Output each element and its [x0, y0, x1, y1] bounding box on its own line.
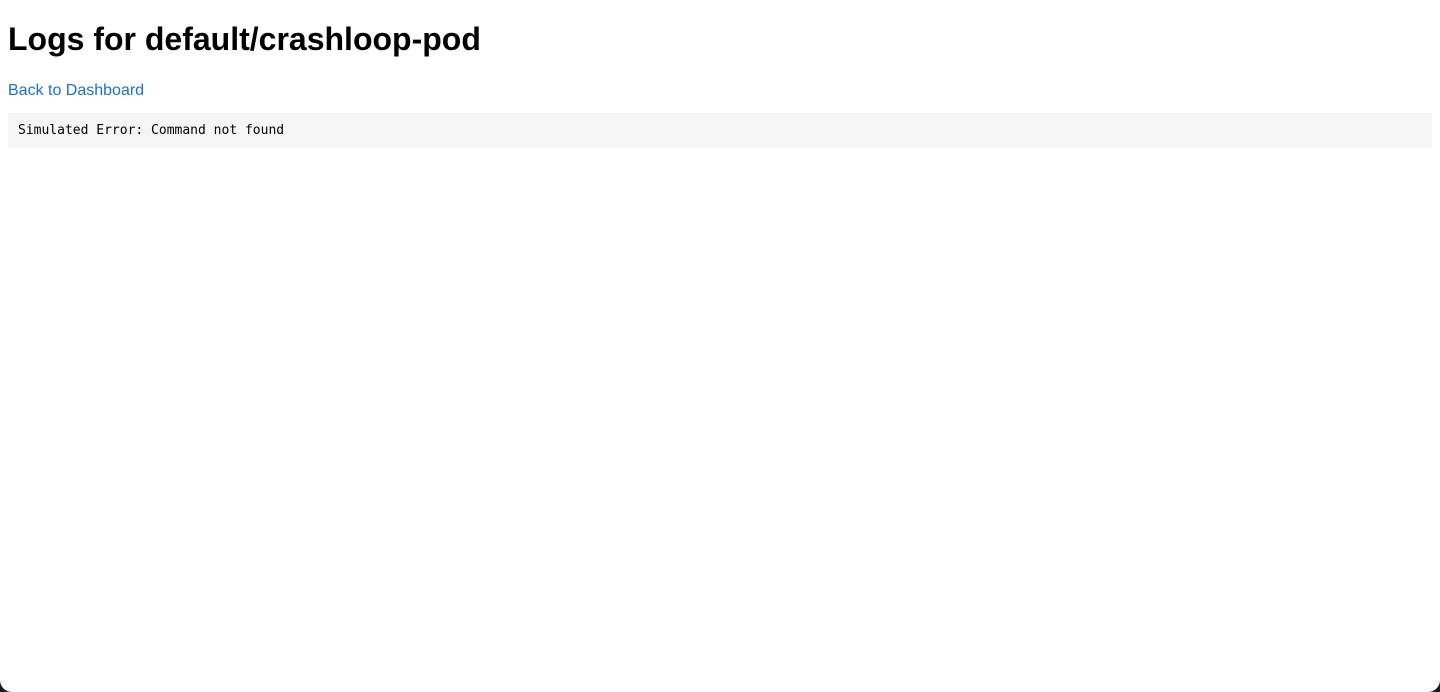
log-output: Simulated Error: Command not found	[8, 113, 1432, 148]
back-to-dashboard-link[interactable]: Back to Dashboard	[8, 81, 144, 101]
browser-page: Logs for default/crashloop-pod Back to D…	[0, 0, 1440, 692]
page-title: Logs for default/crashloop-pod	[8, 21, 481, 57]
